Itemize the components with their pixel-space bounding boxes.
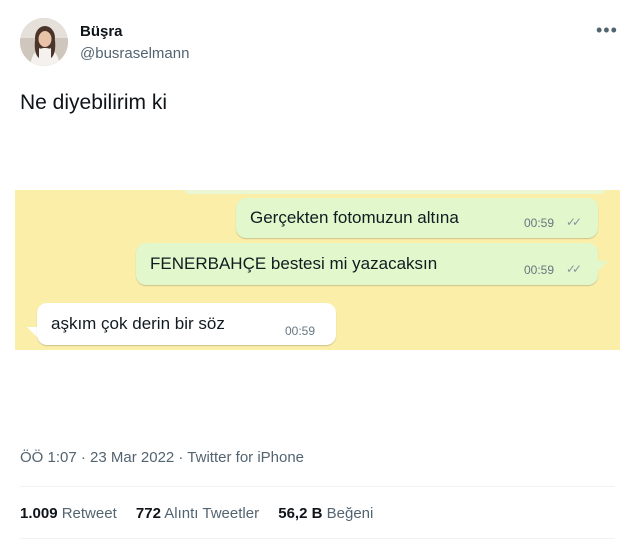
chat-screenshot[interactable]: Gerçekten fotomuzun altına 00:59 ✓✓ FENE… bbox=[15, 190, 620, 350]
avatar[interactable] bbox=[20, 18, 68, 66]
retweets-stat[interactable]: 1.009 Retweet bbox=[20, 505, 117, 522]
message-bubble-incoming: aşkım çok derin bir söz 00:59 bbox=[37, 303, 336, 345]
tweet-timestamp[interactable]: ÖÖ 1:07 · 23 Mar 2022 · Twitter for iPho… bbox=[20, 449, 304, 466]
tweet-stats: 1.009 Retweet 772 Alıntı Tweetler 56,2 B… bbox=[20, 505, 388, 522]
quotes-label: Alıntı Tweetler bbox=[164, 505, 260, 522]
chat-previous-bubble-edge bbox=[185, 190, 605, 194]
message-bubble-outgoing: Gerçekten fotomuzun altına 00:59 ✓✓ bbox=[236, 198, 598, 238]
avatar-image bbox=[20, 18, 68, 66]
bubble-tail bbox=[27, 327, 37, 337]
message-text: aşkım çok derin bir söz bbox=[51, 314, 225, 333]
double-check-icon: ✓✓ bbox=[566, 215, 582, 229]
message-text: Gerçekten fotomuzun altına bbox=[250, 208, 459, 227]
author-name[interactable]: Büşra bbox=[80, 23, 123, 40]
message-time: 00:59 bbox=[285, 324, 316, 338]
likes-count: 56,2 B bbox=[278, 505, 323, 522]
author-handle[interactable]: @busraselmann bbox=[80, 45, 189, 62]
message-bubble-outgoing: FENERBAHÇE bestesi mi yazacaksın 00:59 ✓… bbox=[136, 243, 598, 285]
divider bbox=[20, 538, 615, 539]
retweets-count: 1.009 bbox=[20, 505, 58, 522]
more-horizontal-icon[interactable]: ••• bbox=[596, 20, 618, 41]
tweet-text: Ne diyebilirim ki bbox=[20, 91, 168, 114]
likes-label: Beğeni bbox=[326, 505, 374, 522]
quotes-stat[interactable]: 772 Alıntı Tweetler bbox=[136, 505, 259, 522]
retweets-label: Retweet bbox=[61, 505, 117, 522]
message-time: 00:59 bbox=[524, 263, 555, 277]
likes-stat[interactable]: 56,2 B Beğeni bbox=[278, 505, 373, 522]
quotes-count: 772 bbox=[135, 505, 161, 522]
bubble-tail bbox=[598, 261, 608, 271]
message-text: FENERBAHÇE bestesi mi yazacaksın bbox=[150, 254, 438, 273]
double-check-icon: ✓✓ bbox=[566, 262, 582, 276]
message-time: 00:59 bbox=[524, 216, 555, 230]
divider bbox=[20, 486, 615, 487]
